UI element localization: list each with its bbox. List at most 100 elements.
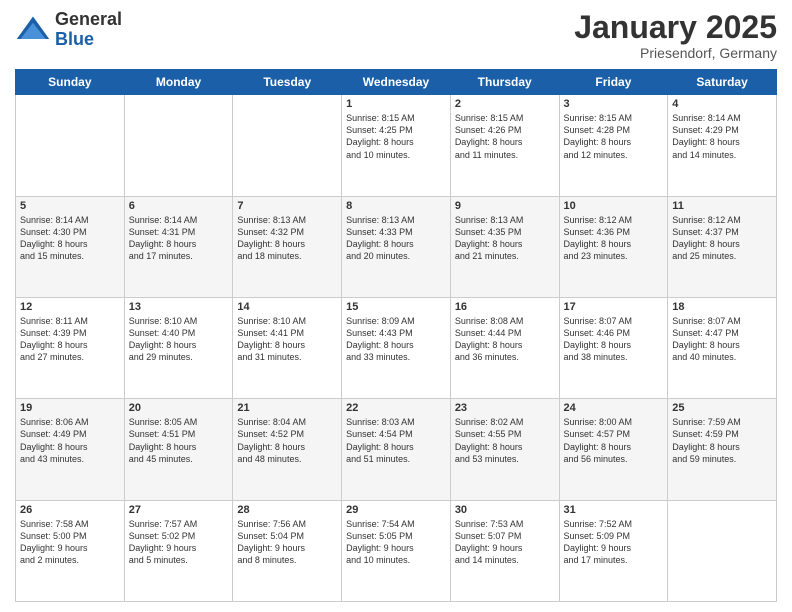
calendar-cell: 26 Sunrise: 7:58 AM Sunset: 5:00 PM Dayli… (16, 500, 125, 601)
weekday-header-thursday: Thursday (450, 70, 559, 95)
cell-content: Sunrise: 8:13 AM Sunset: 4:33 PM Dayligh… (346, 214, 446, 263)
calendar-cell: 1 Sunrise: 8:15 AM Sunset: 4:25 PM Daylig… (342, 95, 451, 196)
cell-content: Sunrise: 8:03 AM Sunset: 4:54 PM Dayligh… (346, 416, 446, 465)
calendar-cell: 24 Sunrise: 8:00 AM Sunset: 4:57 PM Dayli… (559, 399, 668, 500)
month-title: January 2025 (574, 10, 777, 45)
cell-content: Sunrise: 8:10 AM Sunset: 4:41 PM Dayligh… (237, 315, 337, 364)
cell-content: Sunrise: 8:04 AM Sunset: 4:52 PM Dayligh… (237, 416, 337, 465)
week-row-5: 26 Sunrise: 7:58 AM Sunset: 5:00 PM Dayli… (16, 500, 777, 601)
cell-content: Sunrise: 8:15 AM Sunset: 4:28 PM Dayligh… (564, 112, 664, 161)
header: General Blue January 2025 Priesendorf, G… (15, 10, 777, 61)
calendar-cell: 21 Sunrise: 8:04 AM Sunset: 4:52 PM Dayli… (233, 399, 342, 500)
day-number: 1 (346, 98, 446, 110)
title-block: January 2025 Priesendorf, Germany (574, 10, 777, 61)
cell-content: Sunrise: 8:05 AM Sunset: 4:51 PM Dayligh… (129, 416, 229, 465)
calendar-cell: 3 Sunrise: 8:15 AM Sunset: 4:28 PM Daylig… (559, 95, 668, 196)
logo-icon (15, 12, 51, 48)
weekday-header-wednesday: Wednesday (342, 70, 451, 95)
day-number: 17 (564, 301, 664, 313)
cell-content: Sunrise: 8:12 AM Sunset: 4:36 PM Dayligh… (564, 214, 664, 263)
calendar-cell: 25Sunrise: 7:59 AM Sunset: 4:59 PM Dayli… (668, 399, 777, 500)
calendar-cell: 2Sunrise: 8:15 AM Sunset: 4:26 PM Daylig… (450, 95, 559, 196)
day-number: 3 (564, 98, 664, 110)
cell-content: Sunrise: 7:54 AM Sunset: 5:05 PM Dayligh… (346, 518, 446, 567)
day-number: 23 (455, 402, 555, 414)
calendar-cell (124, 95, 233, 196)
calendar-table: SundayMondayTuesdayWednesdayThursdayFrid… (15, 69, 777, 602)
logo-blue: Blue (55, 30, 122, 50)
day-number: 11 (672, 200, 772, 212)
day-number: 8 (346, 200, 446, 212)
calendar-cell: 7 Sunrise: 8:13 AM Sunset: 4:32 PM Daylig… (233, 196, 342, 297)
cell-content: Sunrise: 7:57 AM Sunset: 5:02 PM Dayligh… (129, 518, 229, 567)
cell-content: Sunrise: 7:52 AM Sunset: 5:09 PM Dayligh… (564, 518, 664, 567)
day-number: 21 (237, 402, 337, 414)
calendar-cell: 9Sunrise: 8:13 AM Sunset: 4:35 PM Daylig… (450, 196, 559, 297)
calendar-cell: 14 Sunrise: 8:10 AM Sunset: 4:41 PM Dayli… (233, 297, 342, 398)
day-number: 27 (129, 504, 229, 516)
day-number: 31 (564, 504, 664, 516)
cell-content: Sunrise: 8:15 AM Sunset: 4:25 PM Dayligh… (346, 112, 446, 161)
day-number: 18 (672, 301, 772, 313)
calendar-cell (668, 500, 777, 601)
logo-general: General (55, 10, 122, 30)
calendar-cell: 18 Sunrise: 8:07 AM Sunset: 4:47 PM Dayli… (668, 297, 777, 398)
calendar-cell: 12 Sunrise: 8:11 AM Sunset: 4:39 PM Dayli… (16, 297, 125, 398)
cell-content: Sunrise: 8:14 AM Sunset: 4:30 PM Dayligh… (20, 214, 120, 263)
day-number: 16 (455, 301, 555, 313)
calendar-cell: 10 Sunrise: 8:12 AM Sunset: 4:36 PM Dayli… (559, 196, 668, 297)
day-number: 20 (129, 402, 229, 414)
calendar-cell: 19 Sunrise: 8:06 AM Sunset: 4:49 PM Dayli… (16, 399, 125, 500)
day-number: 10 (564, 200, 664, 212)
calendar-cell: 13 Sunrise: 8:10 AM Sunset: 4:40 PM Dayli… (124, 297, 233, 398)
calendar-cell: 23Sunrise: 8:02 AM Sunset: 4:55 PM Dayli… (450, 399, 559, 500)
cell-content: Sunrise: 8:13 AM Sunset: 4:32 PM Dayligh… (237, 214, 337, 263)
calendar-cell: 31 Sunrise: 7:52 AM Sunset: 5:09 PM Dayli… (559, 500, 668, 601)
cell-content: Sunrise: 8:15 AM Sunset: 4:26 PM Dayligh… (455, 112, 555, 161)
cell-content: Sunrise: 8:14 AM Sunset: 4:31 PM Dayligh… (129, 214, 229, 263)
cell-content: Sunrise: 7:53 AM Sunset: 5:07 PM Dayligh… (455, 518, 555, 567)
calendar-cell: 11 Sunrise: 8:12 AM Sunset: 4:37 PM Dayli… (668, 196, 777, 297)
day-number: 24 (564, 402, 664, 414)
cell-content: Sunrise: 8:00 AM Sunset: 4:57 PM Dayligh… (564, 416, 664, 465)
day-number: 30 (455, 504, 555, 516)
cell-content: Sunrise: 8:12 AM Sunset: 4:37 PM Dayligh… (672, 214, 772, 263)
weekday-header-saturday: Saturday (668, 70, 777, 95)
cell-content: Sunrise: 8:10 AM Sunset: 4:40 PM Dayligh… (129, 315, 229, 364)
weekday-header-row: SundayMondayTuesdayWednesdayThursdayFrid… (16, 70, 777, 95)
calendar-cell: 4Sunrise: 8:14 AM Sunset: 4:29 PM Daylig… (668, 95, 777, 196)
logo: General Blue (15, 10, 122, 50)
calendar-cell: 8 Sunrise: 8:13 AM Sunset: 4:33 PM Daylig… (342, 196, 451, 297)
calendar-cell: 29Sunrise: 7:54 AM Sunset: 5:05 PM Dayli… (342, 500, 451, 601)
day-number: 19 (20, 402, 120, 414)
cell-content: Sunrise: 7:58 AM Sunset: 5:00 PM Dayligh… (20, 518, 120, 567)
cell-content: Sunrise: 8:11 AM Sunset: 4:39 PM Dayligh… (20, 315, 120, 364)
day-number: 25 (672, 402, 772, 414)
calendar-cell: 30 Sunrise: 7:53 AM Sunset: 5:07 PM Dayli… (450, 500, 559, 601)
calendar-cell: 17 Sunrise: 8:07 AM Sunset: 4:46 PM Dayli… (559, 297, 668, 398)
cell-content: Sunrise: 8:07 AM Sunset: 4:46 PM Dayligh… (564, 315, 664, 364)
week-row-1: 1 Sunrise: 8:15 AM Sunset: 4:25 PM Daylig… (16, 95, 777, 196)
location: Priesendorf, Germany (574, 45, 777, 61)
day-number: 5 (20, 200, 120, 212)
day-number: 12 (20, 301, 120, 313)
calendar-cell (16, 95, 125, 196)
weekday-header-tuesday: Tuesday (233, 70, 342, 95)
day-number: 22 (346, 402, 446, 414)
cell-content: Sunrise: 8:13 AM Sunset: 4:35 PM Dayligh… (455, 214, 555, 263)
day-number: 26 (20, 504, 120, 516)
week-row-4: 19 Sunrise: 8:06 AM Sunset: 4:49 PM Dayli… (16, 399, 777, 500)
calendar-cell: 27 Sunrise: 7:57 AM Sunset: 5:02 PM Dayli… (124, 500, 233, 601)
calendar-cell: 28Sunrise: 7:56 AM Sunset: 5:04 PM Dayli… (233, 500, 342, 601)
cell-content: Sunrise: 8:09 AM Sunset: 4:43 PM Dayligh… (346, 315, 446, 364)
day-number: 14 (237, 301, 337, 313)
day-number: 15 (346, 301, 446, 313)
cell-content: Sunrise: 8:07 AM Sunset: 4:47 PM Dayligh… (672, 315, 772, 364)
calendar-cell: 16Sunrise: 8:08 AM Sunset: 4:44 PM Dayli… (450, 297, 559, 398)
day-number: 7 (237, 200, 337, 212)
day-number: 13 (129, 301, 229, 313)
week-row-3: 12 Sunrise: 8:11 AM Sunset: 4:39 PM Dayli… (16, 297, 777, 398)
weekday-header-friday: Friday (559, 70, 668, 95)
cell-content: Sunrise: 8:06 AM Sunset: 4:49 PM Dayligh… (20, 416, 120, 465)
calendar-cell: 6Sunrise: 8:14 AM Sunset: 4:31 PM Daylig… (124, 196, 233, 297)
